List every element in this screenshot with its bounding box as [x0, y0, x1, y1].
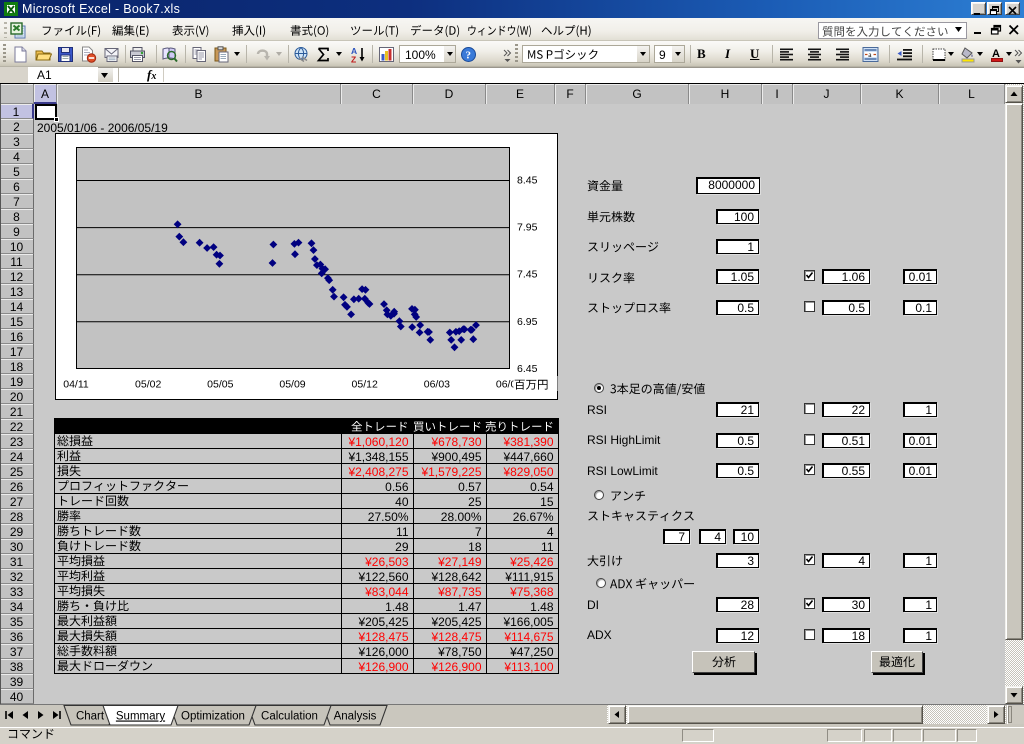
svg-text:6.95: 6.95	[517, 316, 538, 328]
svg-text:Chart: Chart	[76, 711, 105, 723]
svg-text:8.45: 8.45	[517, 175, 538, 187]
svg-text:Optimization: Optimization	[181, 711, 245, 723]
svg-text:05/02: 05/02	[135, 379, 161, 391]
svg-text:Z: Z	[351, 54, 356, 63]
svg-text:06/03: 06/03	[424, 379, 450, 391]
svg-text:?: ?	[466, 49, 472, 61]
svg-text:05/09: 05/09	[279, 379, 305, 391]
svg-text:05/12: 05/12	[352, 379, 378, 391]
svg-text:04/11: 04/11	[63, 379, 89, 391]
svg-text:Summary: Summary	[116, 711, 165, 723]
svg-text:Analysis: Analysis	[334, 711, 377, 723]
svg-text:7.45: 7.45	[517, 269, 538, 281]
svg-text:Calculation: Calculation	[261, 711, 318, 723]
svg-text:6.45: 6.45	[517, 363, 538, 375]
svg-text:05/05: 05/05	[207, 379, 233, 391]
svg-text:7.95: 7.95	[517, 222, 538, 234]
